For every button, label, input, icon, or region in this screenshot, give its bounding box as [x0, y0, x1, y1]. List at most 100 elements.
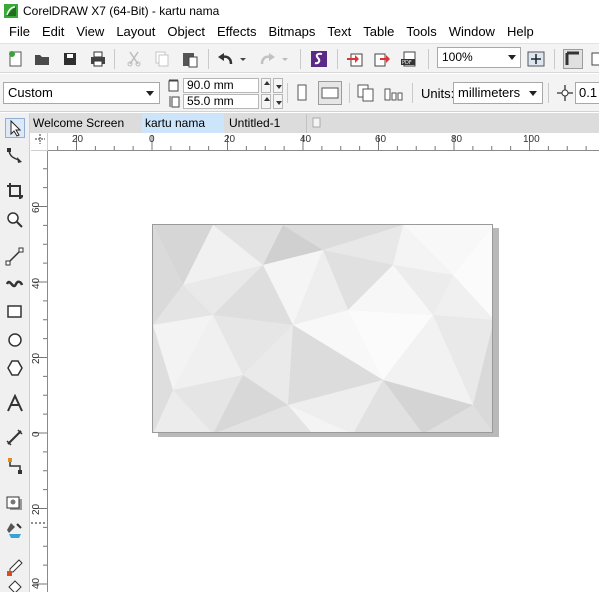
- import-icon[interactable]: [345, 49, 365, 69]
- landscape-orientation-icon[interactable]: [318, 81, 342, 105]
- title-bar: CorelDRAW X7 (64-Bit) - kartu nama: [0, 0, 599, 22]
- toolbar-separator: [300, 49, 301, 69]
- height-spin-down-icon[interactable]: [273, 93, 283, 109]
- redo-icon[interactable]: [257, 49, 277, 69]
- toolbar-separator: [412, 83, 413, 103]
- menu-object[interactable]: Object: [161, 22, 211, 42]
- toolbar-separator: [349, 83, 350, 103]
- vruler-label: 0: [31, 431, 42, 437]
- vruler-label: 20: [31, 352, 42, 364]
- zoom-level-value: 100%: [442, 50, 473, 64]
- save-icon[interactable]: [60, 49, 80, 69]
- chevron-down-icon: [529, 91, 537, 96]
- page-height-row: 55.0 mm: [168, 93, 283, 109]
- current-page-icon[interactable]: [383, 83, 403, 103]
- undo-dropdown-icon[interactable]: [238, 49, 248, 69]
- vertical-ruler-ticks: [31, 168, 47, 585]
- all-pages-icon[interactable]: [356, 83, 376, 103]
- zoom-tool-icon[interactable]: [5, 210, 25, 230]
- horizontal-ruler-ticks: [57, 135, 587, 150]
- menu-text[interactable]: Text: [321, 22, 357, 42]
- vertical-ruler[interactable]: 60 40 20 0 20 40: [31, 151, 48, 592]
- tab-untitled-1[interactable]: Untitled-1: [226, 114, 304, 133]
- hruler-label: 20: [72, 134, 84, 145]
- paper-preset-select[interactable]: Custom: [3, 82, 160, 104]
- menu-bar: File Edit View Layout Object Effects Bit…: [0, 22, 599, 42]
- full-screen-preview-icon[interactable]: [526, 49, 546, 69]
- menu-tools[interactable]: Tools: [400, 22, 442, 42]
- width-spin-down-icon[interactable]: [273, 77, 283, 93]
- menu-help[interactable]: Help: [501, 22, 540, 42]
- menu-layout[interactable]: Layout: [110, 22, 161, 42]
- color-eyedropper-tool-icon[interactable]: [5, 557, 25, 577]
- window-title: CorelDRAW X7 (64-Bit) - kartu nama: [23, 4, 220, 18]
- coreldraw-logo-icon: [3, 3, 19, 19]
- toolbar-separator: [287, 83, 288, 103]
- search-content-icon[interactable]: [309, 49, 329, 69]
- open-folder-icon[interactable]: [32, 49, 52, 69]
- vruler-label: 20: [31, 503, 42, 515]
- units-select[interactable]: millimeters: [453, 82, 543, 104]
- polygon-tool-icon[interactable]: [5, 358, 25, 378]
- artistic-media-tool-icon[interactable]: [5, 274, 25, 294]
- snap-to-icon[interactable]: [590, 49, 599, 69]
- chevron-down-icon: [508, 55, 516, 60]
- new-document-icon[interactable]: [6, 49, 26, 69]
- vruler-label: 40: [31, 577, 42, 589]
- toolbar-separator: [554, 49, 555, 69]
- height-icon: [168, 95, 180, 108]
- transparency-tool-icon[interactable]: [5, 520, 25, 540]
- undo-icon[interactable]: [216, 49, 236, 69]
- tab-welcome-screen[interactable]: Welcome Screen: [30, 114, 140, 133]
- document-tabs: Welcome Screen kartu nama Untitled-1: [30, 113, 599, 133]
- redo-dropdown-icon[interactable]: [280, 49, 290, 69]
- vruler-label: 60: [31, 201, 42, 213]
- vruler-label: 40: [31, 277, 42, 289]
- hruler-label: 0: [149, 134, 155, 145]
- portrait-orientation-icon[interactable]: [292, 83, 312, 103]
- menu-effects[interactable]: Effects: [211, 22, 263, 42]
- menu-edit[interactable]: Edit: [36, 22, 70, 42]
- parallel-dimension-tool-icon[interactable]: [5, 428, 25, 448]
- rectangle-tool-icon[interactable]: [5, 302, 25, 322]
- menu-bitmaps[interactable]: Bitmaps: [262, 22, 321, 42]
- paste-icon[interactable]: [180, 49, 200, 69]
- units-label: Units:: [421, 86, 455, 101]
- units-value: millimeters: [458, 85, 521, 100]
- nudge-distance-field[interactable]: 0.1 mm: [575, 82, 599, 104]
- menu-window[interactable]: Window: [443, 22, 501, 42]
- menu-file[interactable]: File: [0, 22, 36, 42]
- copy-icon[interactable]: [152, 49, 172, 69]
- text-tool-icon[interactable]: [5, 393, 25, 414]
- ellipse-tool-icon[interactable]: [5, 330, 25, 350]
- page-height-field[interactable]: 55.0 mm: [183, 93, 259, 109]
- cut-icon[interactable]: [124, 49, 144, 69]
- pick-tool-icon[interactable]: [5, 118, 25, 138]
- connector-tool-icon[interactable]: [5, 456, 25, 476]
- drop-shadow-tool-icon[interactable]: [5, 494, 25, 514]
- toolbar-separator: [337, 49, 338, 69]
- menu-view[interactable]: View: [70, 22, 110, 42]
- horizontal-ruler[interactable]: 20 0 20 40 60 80 100: [48, 133, 599, 151]
- menu-table[interactable]: Table: [357, 22, 400, 42]
- toolbar-separator: [114, 49, 115, 69]
- interactive-fill-tool-icon[interactable]: [5, 579, 25, 592]
- business-card-page[interactable]: [152, 224, 493, 433]
- publish-pdf-icon[interactable]: PDF: [399, 49, 419, 69]
- height-spin-up-icon[interactable]: [261, 93, 271, 109]
- new-tab-button[interactable]: [306, 114, 322, 133]
- page-width-field[interactable]: 90.0 mm: [183, 77, 259, 93]
- export-icon[interactable]: [372, 49, 392, 69]
- show-rulers-icon[interactable]: [563, 49, 583, 69]
- hruler-label: 40: [300, 134, 312, 145]
- width-spin-up-icon[interactable]: [261, 77, 271, 93]
- ruler-origin[interactable]: [31, 133, 48, 151]
- crop-tool-icon[interactable]: [5, 181, 25, 201]
- zoom-level-select[interactable]: 100%: [437, 47, 521, 68]
- freehand-tool-icon[interactable]: [5, 246, 25, 266]
- hruler-label: 80: [451, 134, 463, 145]
- shape-tool-icon[interactable]: [5, 146, 25, 166]
- print-icon[interactable]: [88, 49, 108, 69]
- nudge-distance-icon: [555, 83, 575, 103]
- tab-kartu-nama[interactable]: kartu nama: [142, 114, 224, 133]
